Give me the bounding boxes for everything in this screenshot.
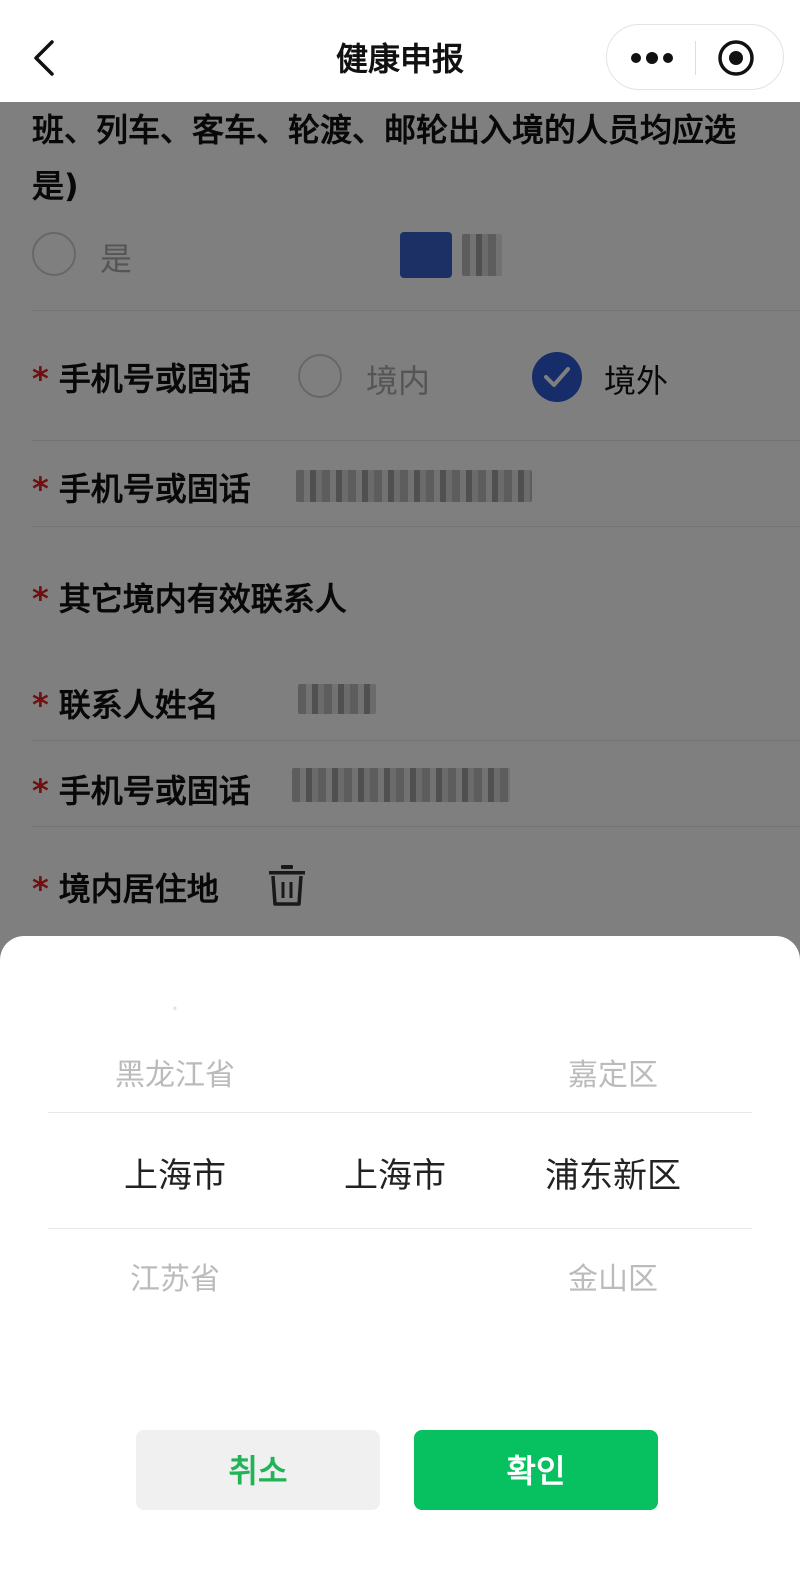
city-option-selected[interactable]: 上海市 — [278, 1148, 512, 1197]
more-dots-icon — [631, 52, 673, 64]
mini-program-capsule — [606, 24, 784, 90]
capsule-divider — [695, 41, 696, 75]
province-option[interactable]: 江苏省 — [58, 1254, 292, 1298]
confirm-button[interactable]: 확인 — [414, 1430, 658, 1510]
district-column[interactable]: 嘉定区 浦东新区 金山区 — [496, 1006, 730, 1346]
district-option-selected[interactable]: 浦东新区 — [496, 1148, 730, 1197]
province-option-selected[interactable]: 上海市 — [58, 1148, 292, 1197]
province-option[interactable]: 黑龙江省 — [58, 1050, 292, 1094]
target-icon — [718, 40, 754, 76]
cancel-button[interactable]: 취소 — [136, 1430, 380, 1510]
province-option-faint: · — [170, 992, 180, 1012]
district-option[interactable]: 金山区 — [496, 1254, 730, 1298]
close-miniprogram-button[interactable] — [715, 37, 757, 79]
district-option[interactable]: 嘉定区 — [496, 1050, 730, 1094]
more-button[interactable] — [627, 43, 677, 73]
region-picker[interactable]: · 黑龙江省 上海市 江苏省 上海市 嘉定区 浦东新区 金山区 — [48, 992, 752, 1346]
city-column[interactable]: 上海市 — [278, 1006, 512, 1346]
province-column[interactable]: · 黑龙江省 上海市 江苏省 — [58, 992, 292, 1346]
nav-bar: 健康申报 — [0, 0, 800, 102]
region-picker-sheet: · 黑龙江省 上海市 江苏省 上海市 嘉定区 浦东新区 金山区 취소 확인 — [0, 936, 800, 1586]
